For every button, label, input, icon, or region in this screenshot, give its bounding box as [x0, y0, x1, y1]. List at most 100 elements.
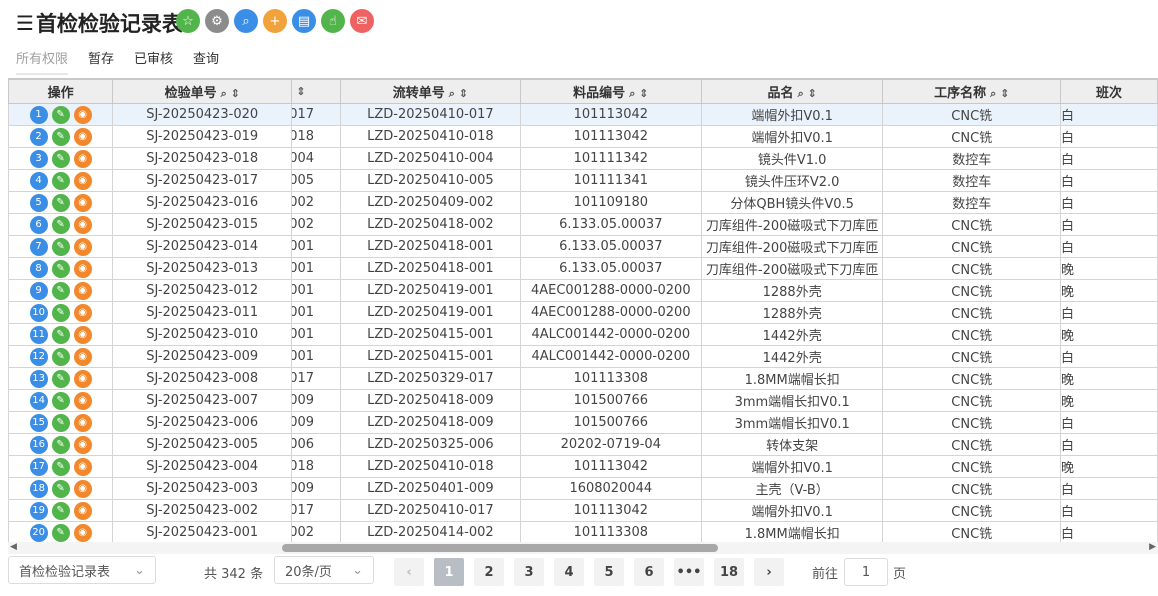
filter-sort-icon[interactable]: ⌕ ⇕: [629, 87, 648, 100]
table-row[interactable]: 14✎◉SJ-20250423-007009LZD-20250418-00910…: [8, 389, 1158, 412]
column-header-1[interactable]: 检验单号 ⌕ ⇕: [112, 79, 293, 104]
table-row[interactable]: 7✎◉SJ-20250423-014001LZD-20250418-0016.1…: [8, 235, 1158, 258]
edit-icon[interactable]: ✎: [51, 347, 70, 366]
view-eye-icon[interactable]: ◉: [73, 259, 92, 278]
table-row[interactable]: 6✎◉SJ-20250423-015002LZD-20250418-0026.1…: [8, 213, 1158, 236]
view-eye-icon[interactable]: ◉: [73, 215, 92, 234]
edit-icon[interactable]: ✎: [51, 149, 70, 168]
table-row[interactable]: 2✎◉SJ-20250423-019018LZD-20250410-018101…: [8, 125, 1158, 148]
search-button[interactable]: ⌕: [234, 9, 258, 33]
view-eye-icon[interactable]: ◉: [73, 325, 92, 344]
table-row[interactable]: 4✎◉SJ-20250423-017005LZD-20250410-005101…: [8, 169, 1158, 192]
page-button-6[interactable]: 6: [634, 558, 664, 586]
prev-page-icon[interactable]: ‹: [394, 558, 424, 586]
filter-sort-icon[interactable]: ⌕ ⇕: [990, 87, 1009, 100]
column-header-4[interactable]: 料品编号 ⌕ ⇕: [519, 79, 702, 104]
edit-icon[interactable]: ✎: [51, 435, 70, 454]
page-button-5[interactable]: 5: [594, 558, 624, 586]
view-eye-icon[interactable]: ◉: [73, 435, 92, 454]
tab-2[interactable]: 已审核: [134, 48, 173, 75]
menu-icon[interactable]: ☰: [16, 11, 34, 35]
edit-icon[interactable]: ✎: [51, 413, 70, 432]
edit-icon[interactable]: ✎: [51, 193, 70, 212]
column-header-0[interactable]: 操作: [8, 79, 114, 104]
view-eye-icon[interactable]: ◉: [73, 523, 92, 542]
view-eye-icon[interactable]: ◉: [73, 457, 92, 476]
column-header-6[interactable]: 工序名称 ⌕ ⇕: [882, 79, 1062, 104]
table-row[interactable]: 13✎◉SJ-20250423-008017LZD-20250329-01710…: [8, 367, 1158, 390]
page-size-select[interactable]: 20条/页 ⌄: [274, 556, 374, 584]
table-row[interactable]: 1✎◉SJ-20250423-020017LZD-20250410-017101…: [8, 103, 1158, 126]
next-page-icon[interactable]: ›: [754, 558, 784, 586]
view-eye-icon[interactable]: ◉: [73, 105, 92, 124]
table-row[interactable]: 10✎◉SJ-20250423-011001LZD-20250419-0014A…: [8, 301, 1158, 324]
view-eye-icon[interactable]: ◉: [73, 391, 92, 410]
tab-0[interactable]: 所有权限: [16, 48, 69, 75]
table-row[interactable]: 9✎◉SJ-20250423-012001LZD-20250419-0014AE…: [8, 279, 1158, 302]
view-eye-icon[interactable]: ◉: [73, 171, 92, 190]
column-header-7[interactable]: 班次: [1060, 79, 1158, 104]
settings-button[interactable]: ⚙: [205, 9, 229, 33]
scrollbar-thumb[interactable]: [282, 544, 718, 552]
table-row[interactable]: 18✎◉SJ-20250423-003009LZD-20250401-00916…: [8, 477, 1158, 500]
page-button-1[interactable]: 1: [434, 558, 464, 586]
favorite-star-button[interactable]: ☆: [176, 9, 200, 33]
view-eye-icon[interactable]: ◉: [73, 193, 92, 212]
page-button-18[interactable]: 18: [714, 558, 744, 586]
edit-icon[interactable]: ✎: [51, 369, 70, 388]
table-row[interactable]: 20✎◉SJ-20250423-001002LZD-20250414-00210…: [8, 521, 1158, 542]
close-button[interactable]: ✉: [350, 9, 374, 33]
view-eye-icon[interactable]: ◉: [73, 501, 92, 520]
view-select[interactable]: 首检检验记录表 ⌄: [8, 556, 156, 584]
scroll-right-icon[interactable]: ▶: [1149, 542, 1156, 552]
page-button-2[interactable]: 2: [474, 558, 504, 586]
table-row[interactable]: 5✎◉SJ-20250423-016002LZD-20250409-002101…: [8, 191, 1158, 214]
edit-icon[interactable]: ✎: [51, 523, 70, 542]
table-row[interactable]: 8✎◉SJ-20250423-013001LZD-20250418-0016.1…: [8, 257, 1158, 280]
table-row[interactable]: 11✎◉SJ-20250423-010001LZD-20250415-0014A…: [8, 323, 1158, 346]
view-eye-icon[interactable]: ◉: [73, 237, 92, 256]
edit-icon[interactable]: ✎: [51, 171, 70, 190]
column-header-2[interactable]: ⌕ ⇕: [291, 79, 342, 104]
table-row[interactable]: 17✎◉SJ-20250423-004018LZD-20250410-01810…: [8, 455, 1158, 478]
edit-icon[interactable]: ✎: [51, 259, 70, 278]
table-row[interactable]: 12✎◉SJ-20250423-009001LZD-20250415-0014A…: [8, 345, 1158, 368]
tab-1[interactable]: 暂存: [88, 48, 114, 75]
table-row[interactable]: 16✎◉SJ-20250423-005006LZD-20250325-00620…: [8, 433, 1158, 456]
view-eye-icon[interactable]: ◉: [73, 281, 92, 300]
edit-icon[interactable]: ✎: [51, 479, 70, 498]
page-button-•••[interactable]: •••: [674, 558, 704, 586]
view-eye-icon[interactable]: ◉: [73, 149, 92, 168]
edit-icon[interactable]: ✎: [51, 237, 70, 256]
edit-icon[interactable]: ✎: [51, 457, 70, 476]
edit-icon[interactable]: ✎: [51, 127, 70, 146]
filter-sort-icon[interactable]: ⌕ ⇕: [293, 85, 306, 98]
table-row[interactable]: 15✎◉SJ-20250423-006009LZD-20250418-00910…: [8, 411, 1158, 434]
view-eye-icon[interactable]: ◉: [73, 479, 92, 498]
edit-icon[interactable]: ✎: [51, 281, 70, 300]
edit-icon[interactable]: ✎: [51, 105, 70, 124]
view-eye-icon[interactable]: ◉: [73, 303, 92, 322]
edit-icon[interactable]: ✎: [51, 303, 70, 322]
edit-icon[interactable]: ✎: [51, 391, 70, 410]
table-row[interactable]: 3✎◉SJ-20250423-018004LZD-20250410-004101…: [8, 147, 1158, 170]
tab-3[interactable]: 查询: [193, 48, 219, 75]
page-button-4[interactable]: 4: [554, 558, 584, 586]
column-header-5[interactable]: 品名 ⌕ ⇕: [700, 79, 884, 104]
hand-button[interactable]: ☝: [321, 9, 345, 33]
horizontal-scrollbar[interactable]: ◀ ▶: [8, 542, 1158, 554]
export-button[interactable]: ▤: [292, 9, 316, 33]
view-eye-icon[interactable]: ◉: [73, 413, 92, 432]
edit-icon[interactable]: ✎: [51, 215, 70, 234]
filter-sort-icon[interactable]: ⌕ ⇕: [221, 87, 240, 100]
view-eye-icon[interactable]: ◉: [73, 369, 92, 388]
column-header-3[interactable]: 流转单号 ⌕ ⇕: [340, 79, 521, 104]
view-eye-icon[interactable]: ◉: [73, 347, 92, 366]
table-row[interactable]: 19✎◉SJ-20250423-002017LZD-20250410-01710…: [8, 499, 1158, 522]
goto-page-input[interactable]: 1: [844, 558, 888, 586]
page-button-3[interactable]: 3: [514, 558, 544, 586]
edit-icon[interactable]: ✎: [51, 501, 70, 520]
view-eye-icon[interactable]: ◉: [73, 127, 92, 146]
add-button[interactable]: +: [263, 9, 287, 33]
filter-sort-icon[interactable]: ⌕ ⇕: [798, 87, 817, 100]
